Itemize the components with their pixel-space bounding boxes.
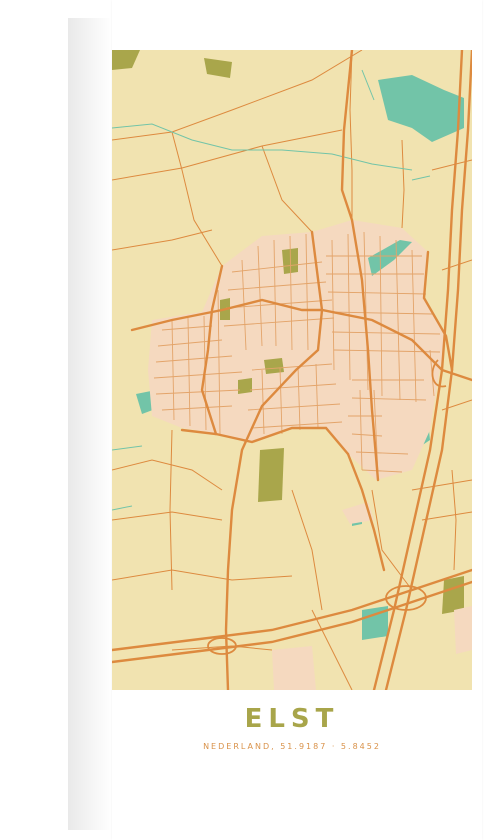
canvas-side-edge	[68, 18, 112, 830]
park-southeast	[442, 576, 464, 614]
canvas-front: ELST NEDERLAND, 51.9187 · 5.8452	[112, 0, 482, 840]
built-south-2	[272, 646, 316, 690]
country-coordinates: NEDERLAND, 51.9187 · 5.8452	[203, 742, 381, 751]
sports-field	[258, 448, 284, 502]
city-title: ELST	[244, 704, 340, 734]
park-town-centre	[264, 358, 284, 374]
map-svg	[112, 50, 472, 690]
city-map	[112, 50, 472, 690]
park-town-small	[238, 378, 252, 394]
built-southeast	[454, 606, 472, 654]
canvas-print: ELST NEDERLAND, 51.9187 · 5.8452	[0, 0, 494, 840]
